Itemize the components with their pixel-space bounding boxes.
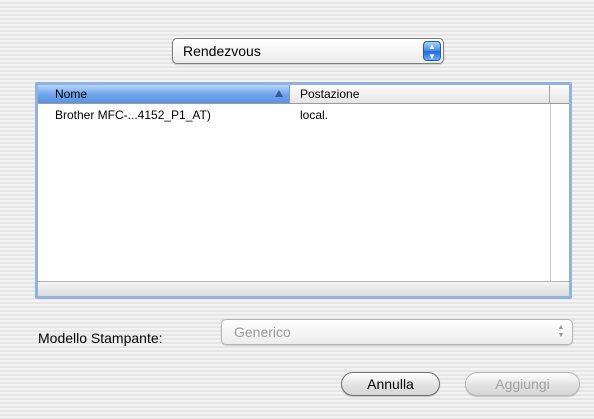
popup-arrows-icon: ▲ ▼ xyxy=(557,324,565,339)
connection-type-value: Rendezvous xyxy=(183,43,261,59)
column-header-blank xyxy=(550,85,569,103)
popup-arrows-icon: ▲ ▼ xyxy=(423,41,441,61)
printer-name-cell: Brother MFC-...4152_P1_AT) xyxy=(55,108,211,122)
column-header-nome[interactable]: Nome xyxy=(38,85,290,103)
table-row[interactable]: Brother MFC-...4152_P1_AT) local. xyxy=(38,106,569,124)
vertical-scrollbar[interactable] xyxy=(550,104,569,282)
printer-location-cell: local. xyxy=(300,108,329,122)
cancel-button[interactable]: Annulla xyxy=(341,372,440,396)
add-button[interactable]: Aggiungi xyxy=(465,372,580,396)
list-header: Nome Postazione xyxy=(38,85,569,104)
column-header-nome-label: Nome xyxy=(55,87,88,101)
column-header-postazione-label: Postazione xyxy=(300,87,360,101)
printer-model-label: Modello Stampante: xyxy=(38,330,163,346)
printer-list[interactable]: Nome Postazione Brother MFC-...4152_P1_A… xyxy=(35,82,572,299)
connection-type-popup[interactable]: Rendezvous ▲ ▼ xyxy=(172,38,444,64)
printer-model-popup[interactable]: Generico ▲ ▼ xyxy=(221,319,573,345)
printer-model-value: Generico xyxy=(234,324,291,340)
horizontal-scrollbar[interactable] xyxy=(38,281,569,296)
column-header-postazione[interactable]: Postazione xyxy=(290,85,550,103)
sort-ascending-icon xyxy=(275,90,283,97)
